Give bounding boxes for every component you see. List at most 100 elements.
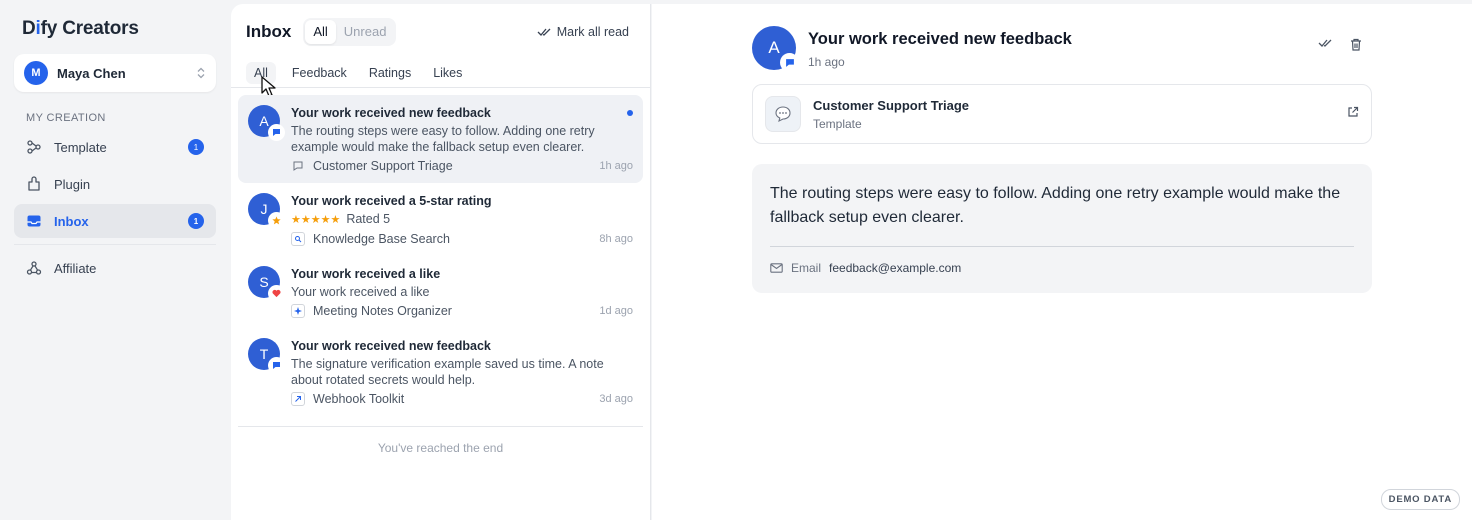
sidebar-item-affiliate[interactable]: Affiliate: [14, 251, 216, 285]
notification-body: Your work received a like Your work rece…: [291, 266, 633, 318]
sidebar-item-label: Plugin: [54, 176, 91, 192]
message-box: The routing steps were easy to follow. A…: [752, 164, 1372, 293]
detail-panel: A Your work received new feedback 1h ago…: [652, 4, 1472, 520]
template-icon: [26, 139, 42, 155]
related-item-card[interactable]: Customer Support Triage Template: [752, 84, 1372, 144]
user-name: Maya Chen: [57, 65, 126, 81]
detail-title: Your work received new feedback: [808, 30, 1072, 48]
timestamp: 8h ago: [599, 233, 633, 245]
page-title: Inbox: [246, 21, 292, 41]
message-meta: Email feedback@example.com: [770, 261, 1354, 275]
sidebar-item-template[interactable]: Template 1: [14, 130, 216, 164]
count-badge: 1: [188, 139, 204, 155]
meta-label: Email: [791, 261, 822, 275]
notification-title: Your work received new feedback: [291, 339, 491, 353]
timestamp: 1h ago: [808, 55, 845, 69]
inbox-tabs: All Feedback Ratings Likes: [231, 46, 650, 97]
search-icon: [291, 232, 305, 246]
sidebar-item-label: Template: [54, 139, 107, 155]
avatar: A: [752, 26, 798, 71]
notification-title: Your work received new feedback: [291, 106, 491, 120]
source-name: Meeting Notes Organizer: [313, 304, 452, 318]
filter-unread-button[interactable]: Unread: [336, 20, 395, 44]
sparkle-icon: [291, 304, 305, 318]
timestamp: 3d ago: [599, 393, 633, 405]
notification-item[interactable]: S Your work received a like Your work re…: [238, 256, 643, 328]
end-of-list: You've reached the end: [238, 426, 643, 455]
avatar: J: [248, 193, 284, 228]
rating-row: ★★★★★ Rated 5: [291, 211, 633, 228]
timestamp: 1h ago: [599, 160, 633, 172]
notification-title: Your work received a 5-star rating: [291, 194, 492, 208]
avatar: M: [24, 61, 48, 85]
notification-footer: Customer Support Triage 1h ago: [291, 159, 633, 173]
heart-icon: [269, 286, 284, 301]
chat-icon: [269, 358, 284, 373]
mail-icon: [770, 263, 783, 273]
delete-button[interactable]: [1350, 38, 1362, 51]
rating-text: Rated 5: [346, 212, 391, 226]
chat-icon: [765, 96, 801, 132]
inbox-icon: [26, 213, 42, 229]
notification-text: The signature verification example saved…: [291, 357, 604, 387]
user-switcher[interactable]: M Maya Chen: [14, 54, 216, 92]
section-label: MY CREATION: [26, 112, 106, 124]
chevron-updown-icon: [196, 67, 206, 79]
detail-actions: [1300, 38, 1362, 51]
detail-heading: Your work received new feedback 1h ago: [808, 26, 1072, 69]
chat-icon: [291, 159, 305, 173]
notification-body: Your work received new feedback The rout…: [291, 105, 633, 173]
divider: [14, 244, 216, 245]
avatar: S: [248, 266, 284, 301]
mark-all-read-label: Mark all read: [556, 24, 629, 39]
plugin-icon: [26, 176, 42, 192]
message-text: The routing steps were easy to follow. A…: [770, 185, 1341, 226]
notification-footer: Webhook Toolkit 3d ago: [291, 392, 633, 406]
notification-item[interactable]: J Your work received a 5-star rating ★★★…: [238, 183, 643, 256]
sidebar-item-label: Affiliate: [54, 260, 97, 276]
sidebar: Dify Creators M Maya Chen MY CREATION Te…: [0, 0, 230, 520]
card-subtitle: Template: [813, 116, 862, 131]
inbox-header: Inbox All Unread Mark all read: [231, 4, 650, 46]
avatar: A: [248, 105, 284, 140]
notification-item[interactable]: A Your work received new feedback The ro…: [238, 95, 643, 183]
tab-feedback[interactable]: Feedback: [292, 62, 347, 84]
detail-content: A Your work received new feedback 1h ago…: [752, 4, 1372, 293]
read-filter: All Unread: [303, 17, 397, 46]
notification-body: Your work received new feedback The sign…: [291, 338, 633, 406]
notification-footer: Knowledge Base Search 8h ago: [291, 232, 633, 246]
count-badge: 1: [188, 213, 204, 229]
star-rating: ★★★★★: [291, 214, 341, 226]
source-name: Knowledge Base Search: [313, 232, 450, 246]
double-check-icon: [537, 28, 551, 36]
detail-header: A Your work received new feedback 1h ago: [752, 4, 1372, 71]
mark-all-read-button[interactable]: Mark all read: [537, 25, 629, 39]
avatar: T: [248, 338, 284, 373]
notification-item[interactable]: T Your work received new feedback The si…: [238, 328, 643, 416]
app-logo[interactable]: Dify Creators: [14, 18, 216, 40]
notification-body: Your work received a 5-star rating ★★★★★…: [291, 193, 633, 246]
source-name: Customer Support Triage: [313, 159, 453, 173]
trash-icon: [1351, 38, 1361, 51]
meta-value: feedback@example.com: [829, 261, 962, 275]
chat-icon: [781, 54, 798, 71]
external-link-icon[interactable]: [1347, 105, 1359, 123]
divider: [770, 246, 1354, 247]
mark-read-button[interactable]: [1318, 38, 1332, 51]
notification-text: The routing steps were easy to follow. A…: [291, 124, 595, 154]
notification-title: Your work received a like: [291, 267, 441, 281]
sidebar-item-inbox[interactable]: Inbox 1: [14, 204, 216, 238]
filter-all-button[interactable]: All: [305, 19, 336, 44]
affiliate-icon: [26, 260, 42, 276]
tab-likes[interactable]: Likes: [433, 62, 462, 84]
card-title: Customer Support Triage: [813, 97, 970, 113]
tab-ratings[interactable]: Ratings: [369, 62, 411, 84]
timestamp: 1d ago: [599, 305, 633, 317]
sidebar-item-plugin[interactable]: Plugin: [14, 167, 216, 201]
sidebar-item-label: Inbox: [54, 213, 89, 229]
chat-icon: [269, 125, 284, 140]
unread-dot: [627, 110, 633, 116]
demo-data-badge: DEMO DATA: [1380, 489, 1460, 510]
inbox-panel: Inbox All Unread Mark all read All Feedb…: [231, 4, 651, 520]
notification-text: Your work received a like: [291, 285, 430, 299]
